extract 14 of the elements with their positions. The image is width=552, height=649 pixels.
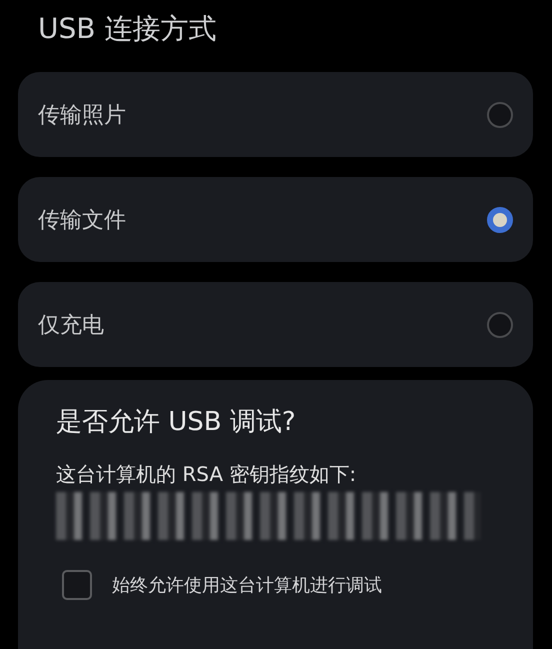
radio-button[interactable] [487, 102, 513, 128]
dialog-title: 是否允许 USB 调试? [56, 406, 296, 439]
option-card[interactable]: 仅充电 [18, 282, 533, 367]
page-title: USB 连接方式 [37, 11, 218, 47]
option-card[interactable]: 传输文件 [18, 177, 533, 262]
dialog-message: 这台计算机的 RSA 密钥指纹如下: [56, 461, 356, 488]
checkbox[interactable] [62, 570, 92, 600]
option-label: 传输文件 [38, 206, 126, 234]
checkbox-label: 始终允许使用这台计算机进行调试 [112, 574, 382, 597]
option-card[interactable]: 传输照片 [18, 72, 533, 157]
option-label: 仅充电 [38, 312, 104, 340]
radio-button[interactable] [487, 312, 513, 338]
option-label: 传输照片 [38, 102, 126, 130]
radio-button[interactable] [487, 206, 513, 232]
